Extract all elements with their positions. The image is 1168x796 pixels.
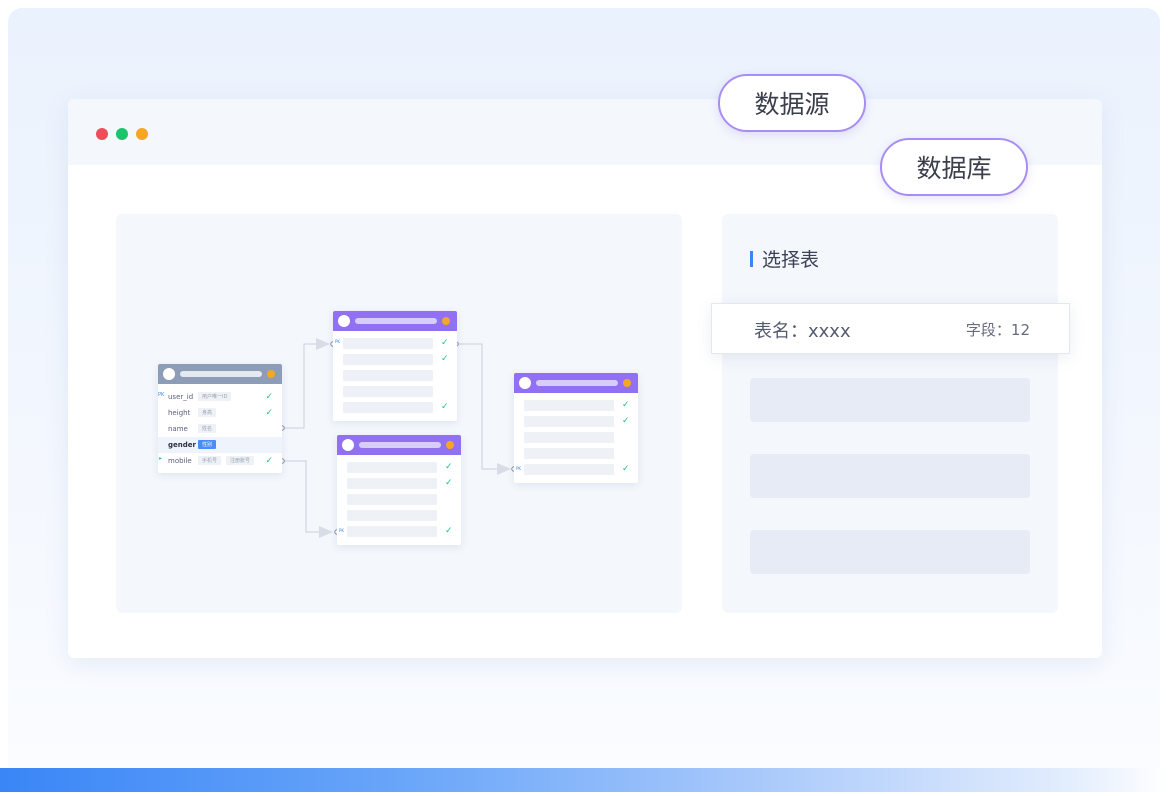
source-table-card[interactable]: PK user_id 用户唯一ID ✓ height 身高 ✓ name 姓名 … <box>158 364 282 473</box>
check-icon: ✓ <box>265 392 273 402</box>
diagram-canvas[interactable]: PK user_id 用户唯一ID ✓ height 身高 ✓ name 姓名 … <box>116 214 682 613</box>
check-icon: ✓ <box>622 464 630 474</box>
field-row-placeholder <box>343 338 433 349</box>
field-row-placeholder <box>343 402 433 413</box>
pk-badge: PK <box>335 339 341 344</box>
field-row-placeholder <box>524 432 614 443</box>
table-icon <box>338 315 350 327</box>
field-name: mobile <box>168 457 192 465</box>
table-row[interactable]: PK user_id 用户唯一ID ✓ <box>158 389 282 405</box>
pk-badge: PK <box>339 528 345 533</box>
table-icon <box>163 368 175 380</box>
table-title-placeholder <box>180 371 262 377</box>
target-table-header <box>333 311 457 331</box>
target-table-header <box>337 435 461 455</box>
field-tag: 手机号 <box>198 456 222 465</box>
target-table-card[interactable]: ✓ ✓ ✓ PK <box>333 311 457 421</box>
field-name: user_id <box>168 393 194 401</box>
target-table-header <box>514 373 638 393</box>
field-tag: 身高 <box>198 408 217 417</box>
check-icon: ✓ <box>445 462 453 472</box>
table-list-item[interactable] <box>750 378 1030 422</box>
pk-badge: PK <box>516 466 522 471</box>
field-row-placeholder <box>524 416 614 427</box>
check-icon: ✓ <box>441 354 449 364</box>
field-tag: 注册账号 <box>226 456 255 465</box>
target-table-card[interactable]: ✓ ✓ ✓ PK <box>337 435 461 545</box>
field-row-placeholder <box>524 400 614 411</box>
table-icon <box>519 377 531 389</box>
table-name: 表名：xxxx <box>754 321 851 342</box>
field-name: height <box>168 409 191 417</box>
database-badge[interactable]: 数据库 <box>880 138 1028 196</box>
bottom-gradient-bar <box>0 768 1168 792</box>
datasource-badge[interactable]: 数据源 <box>718 74 866 132</box>
table-row[interactable]: name 姓名 <box>158 421 282 437</box>
field-count: 字段：12 <box>965 321 1030 339</box>
field-row-placeholder <box>524 448 614 459</box>
field-row-placeholder <box>347 510 437 521</box>
field-tag: 姓名 <box>198 424 217 433</box>
check-icon: ✓ <box>445 478 453 488</box>
check-icon: ✓ <box>445 526 453 536</box>
check-icon: ✓ <box>265 408 273 418</box>
status-icon <box>267 370 275 378</box>
check-icon: ✓ <box>265 456 273 466</box>
table-title-placeholder <box>355 318 437 324</box>
field-row-placeholder <box>524 464 614 475</box>
field-row-placeholder <box>343 386 433 397</box>
field-row-placeholder <box>347 478 437 489</box>
field-tag: 性别 <box>198 440 217 449</box>
check-icon: ✓ <box>622 400 630 410</box>
table-row[interactable]: height 身高 ✓ <box>158 405 282 421</box>
field-row-placeholder <box>343 370 433 381</box>
close-dot[interactable] <box>96 128 108 140</box>
selected-table-card[interactable]: 表名：xxxx 字段：12 <box>711 303 1070 354</box>
status-icon <box>623 379 631 387</box>
field-row-placeholder <box>347 462 437 473</box>
table-icon <box>342 439 354 451</box>
minimize-dot[interactable] <box>136 128 148 140</box>
table-select-panel: 选择表 <box>722 214 1058 613</box>
table-title-placeholder <box>359 442 441 448</box>
status-icon <box>442 317 450 325</box>
target-table-card[interactable]: ✓ ✓ ✓ PK <box>514 373 638 483</box>
check-icon: ✓ <box>622 416 630 426</box>
table-row[interactable]: ➤ mobile 手机号 注册账号 ✓ <box>158 453 282 469</box>
field-row-placeholder <box>347 526 437 537</box>
table-title-placeholder <box>536 380 618 386</box>
table-list-item[interactable] <box>750 530 1030 574</box>
table-row-selected[interactable]: gender 性别 <box>158 437 282 453</box>
check-icon: ✓ <box>441 402 449 412</box>
field-row-placeholder <box>343 354 433 365</box>
maximize-dot[interactable] <box>116 128 128 140</box>
field-name: name <box>168 425 188 433</box>
field-name: gender <box>168 441 196 449</box>
pk-badge: PK <box>158 392 165 398</box>
source-table-header <box>158 364 282 384</box>
status-icon <box>446 441 454 449</box>
field-tag: 用户唯一ID <box>198 392 232 401</box>
check-icon: ✓ <box>441 338 449 348</box>
table-list-item[interactable] <box>750 454 1030 498</box>
section-title: 选择表 <box>750 248 819 272</box>
foreign-key-icon: ➤ <box>158 456 163 462</box>
field-row-placeholder <box>347 494 437 505</box>
